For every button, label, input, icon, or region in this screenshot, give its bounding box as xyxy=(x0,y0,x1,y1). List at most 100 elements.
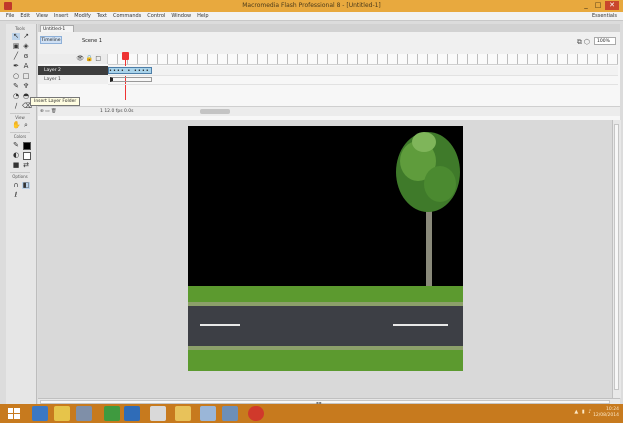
edit-bar-icons: ⧉⬡ xyxy=(577,38,592,47)
tray-arrow-icon[interactable]: ▲ xyxy=(574,409,579,415)
stroke-color-swatch[interactable] xyxy=(23,142,31,150)
scene-label[interactable]: Scene 1 xyxy=(82,38,102,44)
frames-row-layer-1[interactable] xyxy=(108,75,618,85)
insert-folder-icon[interactable]: ▭ xyxy=(45,109,49,114)
paint-bucket-tool-icon[interactable]: ◓ xyxy=(22,93,30,100)
snap-to-objects-icon[interactable]: ∩ xyxy=(12,182,20,189)
maximize-button[interactable]: □ xyxy=(593,1,603,10)
menu-file[interactable]: File xyxy=(6,13,14,19)
minimize-button[interactable]: _ xyxy=(581,1,591,10)
eraser-tool-icon[interactable]: ⌫ xyxy=(22,103,32,110)
menu-insert[interactable]: Insert xyxy=(54,13,68,19)
clock[interactable]: 10:24 12/08/2014 xyxy=(593,407,619,419)
pencil-tool-icon[interactable]: ✎ xyxy=(12,83,20,90)
toolbox-divider xyxy=(10,113,30,114)
menu-bar: File Edit View Insert Modify Text Comman… xyxy=(0,12,623,21)
lasso-tool-icon[interactable]: ɞ xyxy=(22,53,30,60)
menu-modify[interactable]: Modify xyxy=(74,13,91,19)
ie-icon[interactable] xyxy=(32,406,48,421)
toolbox-divider xyxy=(10,132,30,133)
volume-icon[interactable]: ♪ xyxy=(588,409,592,415)
elapsed-time: 0.0s xyxy=(124,109,134,114)
show-hide-all-icon[interactable]: 👁 xyxy=(76,55,84,62)
hand-tool-icon[interactable]: ✋ xyxy=(12,122,21,129)
motion-tween-span[interactable]: •••• • •••• xyxy=(108,67,152,74)
layer-name[interactable]: Layer 2 xyxy=(44,68,61,73)
explorer-icon[interactable] xyxy=(54,406,70,421)
tree-canopy-detail xyxy=(424,166,456,202)
opera-icon[interactable] xyxy=(248,406,264,421)
subselection-tool-icon[interactable]: ↗ xyxy=(22,33,30,40)
stroke-color-icon[interactable]: ✎ xyxy=(12,142,20,149)
brush-tool-icon[interactable]: ♆ xyxy=(22,83,30,90)
menu-view[interactable]: View xyxy=(36,13,48,19)
layer-row-layer-1[interactable]: Layer 1 xyxy=(38,75,108,84)
lock-all-icon[interactable]: 🔒 xyxy=(86,55,93,62)
tree-canopy-top xyxy=(412,132,436,152)
menu-text[interactable]: Text xyxy=(97,13,107,19)
clock-date: 12/08/2014 xyxy=(593,413,619,418)
fill-color-swatch[interactable] xyxy=(23,152,31,160)
stage-vertical-scrollbar[interactable] xyxy=(612,120,621,398)
edit-symbol-icon[interactable]: ⬡ xyxy=(584,38,592,46)
media-icon[interactable] xyxy=(76,406,92,421)
timeline-scroll-thumb[interactable] xyxy=(200,109,230,114)
rectangle-tool-icon[interactable]: □ xyxy=(22,73,30,80)
frame-ruler[interactable] xyxy=(108,54,618,65)
toolbox: Tools ↖ ↗ ▣ ◈ ╱ ɞ ✒ A ○ □ ✎ ♆ ◔ ◓ ∕ ⌫ Vi… xyxy=(6,24,37,404)
ink-bottle-tool-icon[interactable]: ◔ xyxy=(12,93,20,100)
line-tool-icon[interactable]: ╱ xyxy=(12,53,20,60)
workspace-label[interactable]: Essentials xyxy=(592,13,617,19)
swap-colors-icon[interactable]: ⇄ xyxy=(22,162,30,169)
tree-trunk xyxy=(426,206,432,292)
oval-tool-icon[interactable]: ○ xyxy=(12,73,20,80)
layer-row-layer-2[interactable]: Layer 2 xyxy=(38,66,108,75)
windows-start-icon[interactable] xyxy=(8,408,20,419)
toolbox-divider xyxy=(10,172,30,173)
colors-section-label: Colors xyxy=(13,134,27,139)
menu-control[interactable]: Control xyxy=(147,13,165,19)
timeline-panel: 👁 🔒 □ Layer 2 •••• • •••• Layer 1 ⊕ ▭ 🗑 … xyxy=(38,52,620,121)
title-bar: Macromedia Flash Professional 8 - [Untit… xyxy=(0,0,623,12)
layer-buttons: ⊕ ▭ 🗑 xyxy=(40,107,57,116)
eyedropper-tool-icon[interactable]: ∕ xyxy=(12,103,20,110)
grass-strip-top xyxy=(188,286,463,304)
document-tab[interactable]: Untitled-1 xyxy=(40,25,74,32)
menu-help[interactable]: Help xyxy=(197,13,208,19)
zoom-tool-icon[interactable]: ⌕ xyxy=(22,122,30,129)
menu-commands[interactable]: Commands xyxy=(113,13,141,19)
timeline-toggle-button[interactable]: Timeline xyxy=(40,36,62,44)
straighten-option-icon[interactable]: ℓ xyxy=(12,192,20,199)
pen-tool-icon[interactable]: ✒ xyxy=(12,63,20,70)
grass-strip-bottom xyxy=(188,350,463,371)
zoom-select[interactable]: 100% xyxy=(594,37,616,45)
stage-canvas[interactable] xyxy=(188,126,463,371)
lane-marking xyxy=(393,324,448,326)
text-tool-icon[interactable]: A xyxy=(22,63,30,70)
word-icon[interactable] xyxy=(150,406,166,421)
fill-transform-tool-icon[interactable]: ◈ xyxy=(22,43,30,50)
edit-scene-icon[interactable]: ⧉ xyxy=(577,38,584,46)
fill-color-icon[interactable]: ◐ xyxy=(12,152,20,159)
photoshop-icon[interactable] xyxy=(200,406,216,421)
black-white-icon[interactable]: ■ xyxy=(12,162,20,169)
delete-layer-icon[interactable]: 🗑 xyxy=(51,109,57,114)
menu-window[interactable]: Window xyxy=(171,13,191,19)
scroll-thumb[interactable] xyxy=(614,124,619,390)
insert-layer-icon[interactable]: ⊕ xyxy=(40,109,44,114)
flash-icon[interactable] xyxy=(124,406,140,421)
layer-name[interactable]: Layer 1 xyxy=(44,77,61,82)
options-section-label: Options xyxy=(12,174,28,179)
outline-all-icon[interactable]: □ xyxy=(95,55,101,62)
chrome-icon[interactable] xyxy=(104,406,120,421)
selection-tool-icon[interactable]: ↖ xyxy=(12,33,20,40)
menu-edit[interactable]: Edit xyxy=(20,13,30,19)
network-tray-icon[interactable]: ▮ xyxy=(582,409,586,415)
folder-icon[interactable] xyxy=(175,406,191,421)
close-button[interactable]: ✕ xyxy=(605,1,619,10)
smooth-option-icon[interactable]: ◧ xyxy=(22,182,30,189)
free-transform-tool-icon[interactable]: ▣ xyxy=(12,43,20,50)
network-icon[interactable] xyxy=(222,406,238,421)
curb-top xyxy=(188,302,463,306)
static-frames-span[interactable] xyxy=(110,77,152,82)
